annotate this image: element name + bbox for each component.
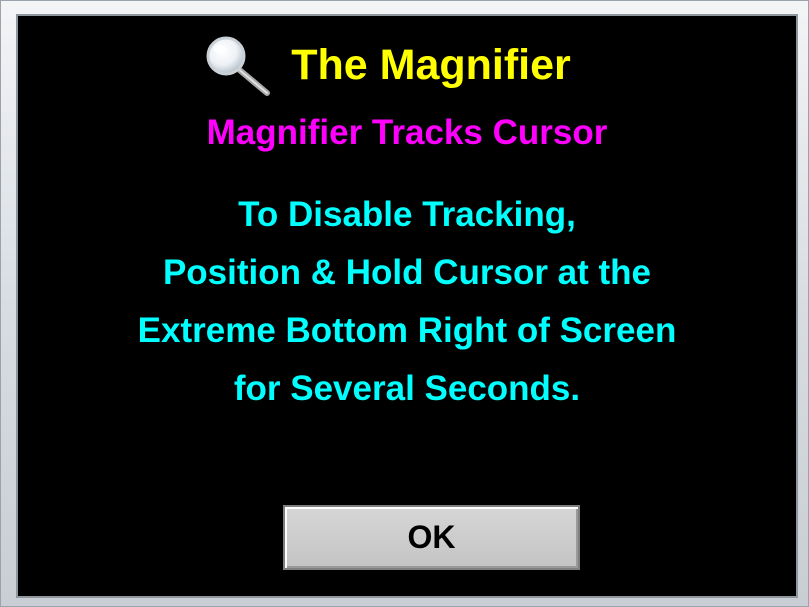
ok-button[interactable]: OK bbox=[283, 505, 580, 570]
dialog-content: The Magnifier Magnifier Tracks Cursor To… bbox=[18, 16, 796, 596]
magnifier-icon bbox=[206, 36, 271, 96]
instruction-line: for Several Seconds. bbox=[233, 369, 581, 408]
instruction-line: To Disable Tracking, bbox=[238, 195, 576, 234]
dialog-subtitle: Magnifier Tracks Cursor bbox=[206, 113, 608, 152]
dialog-content-border: The Magnifier Magnifier Tracks Cursor To… bbox=[16, 14, 798, 598]
instruction-line: Extreme Bottom Right of Screen bbox=[137, 311, 677, 350]
instruction-line: Position & Hold Cursor at the bbox=[162, 253, 652, 292]
title-row: The Magnifier bbox=[18, 30, 796, 100]
dialog-window-frame: The Magnifier Magnifier Tracks Cursor To… bbox=[0, 0, 809, 607]
instructions-text: To Disable Tracking, Position & Hold Cur… bbox=[18, 186, 796, 418]
dialog-title: The Magnifier bbox=[291, 40, 571, 89]
